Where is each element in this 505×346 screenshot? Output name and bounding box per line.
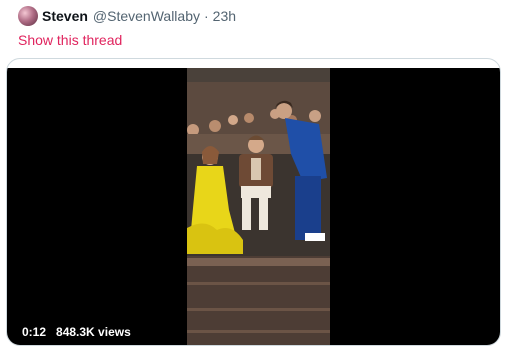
- tweet-header: Steven @StevenWallaby · 23h: [18, 6, 236, 26]
- video-thumbnail: [187, 68, 330, 345]
- display-name[interactable]: Steven: [42, 8, 88, 24]
- tweet-timestamp[interactable]: 23h: [213, 8, 236, 24]
- separator-dot: ·: [204, 8, 209, 24]
- show-thread-link[interactable]: Show this thread: [18, 32, 122, 48]
- user-handle[interactable]: @StevenWallaby: [93, 8, 200, 24]
- media-card: 0:12 848.3K views: [6, 58, 501, 346]
- avatar[interactable]: [18, 6, 38, 26]
- video-player[interactable]: 0:12 848.3K views: [7, 68, 500, 345]
